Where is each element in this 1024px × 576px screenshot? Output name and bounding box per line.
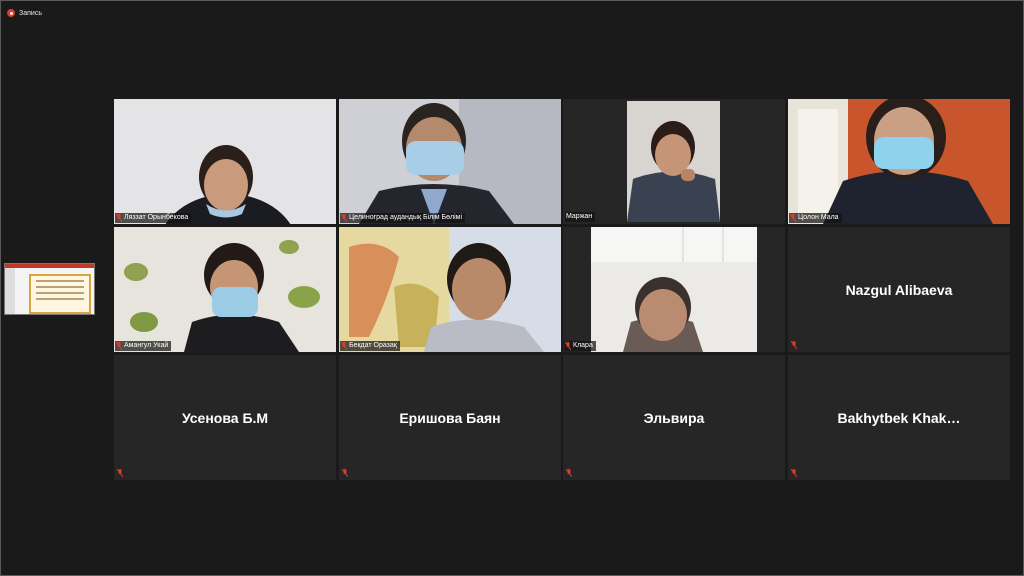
recording-indicator[interactable]: Запись xyxy=(7,7,42,19)
mic-muted-icon xyxy=(791,469,797,477)
participant-name: Bakhytbek Khak… xyxy=(837,409,961,426)
participant-name: Еришова Баян xyxy=(399,409,501,426)
shared-slide-thumbnail[interactable] xyxy=(4,263,95,315)
participant-name: Эльвира xyxy=(643,409,705,426)
mic-muted-icon xyxy=(565,342,571,350)
recording-label: Запись xyxy=(19,9,42,17)
meeting-window: Запись Ляззат Орынбекова Целиноград ауда… xyxy=(0,0,1024,576)
participant-tile[interactable]: Амангул Укай xyxy=(114,227,336,352)
participant-tile[interactable]: Nazgul Alibaeva xyxy=(788,227,1010,352)
mic-muted-icon xyxy=(117,469,123,477)
participant-name: Маржан xyxy=(566,213,593,220)
participant-name: Клара xyxy=(573,342,593,349)
participant-name: Усенова Б.М xyxy=(181,409,269,426)
participant-name: Целиноград аудандық Білім Бөлімі xyxy=(349,214,463,221)
participant-video xyxy=(339,227,561,352)
participant-tile[interactable]: Усенова Б.М xyxy=(114,355,336,480)
participant-video xyxy=(114,99,336,224)
participant-name: Ляззат Орынбекова xyxy=(124,214,189,221)
participant-name: Бекдат Оразақ xyxy=(349,342,397,349)
participant-video xyxy=(114,227,336,352)
participant-name: Nazgul Alibaeva xyxy=(845,281,953,298)
participant-video xyxy=(563,99,785,224)
participant-tile-active-speaker[interactable]: Маржан xyxy=(563,99,785,224)
participant-name: Цолон Мала xyxy=(798,214,839,221)
mic-muted-icon xyxy=(791,341,797,349)
mic-muted-icon xyxy=(566,469,572,477)
mic-muted-icon xyxy=(790,214,796,222)
mic-muted-icon xyxy=(342,469,348,477)
participant-tile[interactable]: Bakhytbek Khak… xyxy=(788,355,1010,480)
participant-video xyxy=(563,227,785,352)
participant-tile[interactable]: Ляззат Орынбекова xyxy=(114,99,336,224)
participant-tile[interactable]: Еришова Баян xyxy=(339,355,561,480)
participant-video xyxy=(788,99,1010,224)
record-icon xyxy=(7,9,15,17)
mic-muted-icon xyxy=(116,214,122,222)
mic-muted-icon xyxy=(341,214,347,222)
participant-name: Амангул Укай xyxy=(124,342,169,349)
participant-video xyxy=(339,99,561,224)
mic-muted-icon xyxy=(116,342,122,350)
participant-tile[interactable]: Бекдат Оразақ xyxy=(339,227,561,352)
participant-tile[interactable]: Цолон Мала xyxy=(788,99,1010,224)
mic-muted-icon xyxy=(341,342,347,350)
participant-tile[interactable]: Клара xyxy=(563,227,785,352)
participant-tile[interactable]: Эльвира xyxy=(563,355,785,480)
participant-tile[interactable]: Целиноград аудандық Білім Бөлімі xyxy=(339,99,561,224)
